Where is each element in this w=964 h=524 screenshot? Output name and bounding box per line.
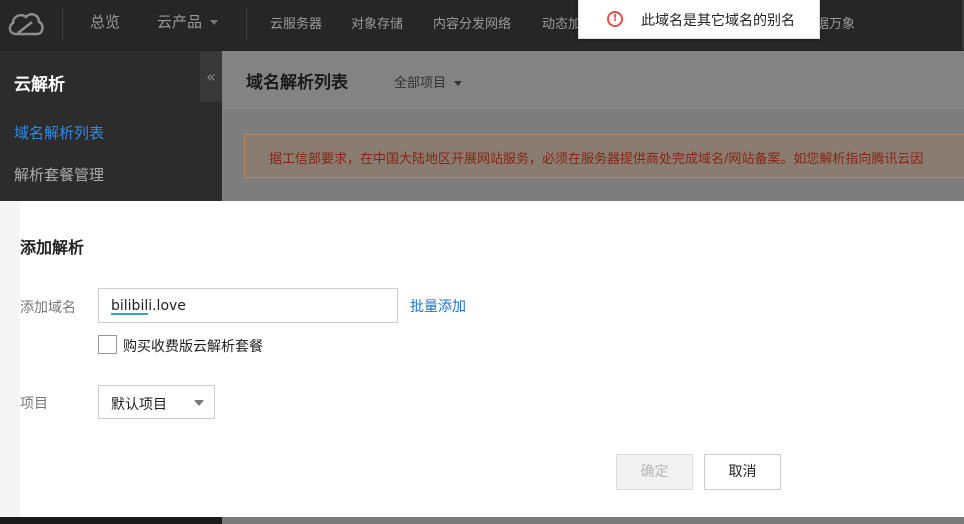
nav-product-cos[interactable]: 对象存储 (351, 13, 403, 32)
domain-label: 添加域名 (20, 300, 76, 316)
cloud-logo-icon[interactable] (6, 6, 46, 42)
sidebar-title: 云解析 (14, 75, 65, 95)
project-label: 项目 (20, 396, 48, 412)
nav-product-cdn[interactable]: 内容分发网络 (433, 13, 511, 32)
sidebar-item-package-management[interactable]: 解析套餐管理 (14, 164, 104, 185)
icp-notice-banner: 据工信部要求，在中国大陆地区开展网站服务，必须在服务器提供商处完成域名/网站备案… (244, 134, 964, 178)
nav-products-dropdown[interactable]: 云产品 (157, 11, 219, 32)
chevron-down-icon (194, 400, 204, 406)
cancel-button[interactable]: 取消 (704, 454, 781, 490)
spellcheck-underline (111, 313, 148, 315)
dialog-left-strip (0, 201, 20, 517)
chevron-down-icon (454, 81, 463, 86)
collapse-sidebar-icon[interactable]: « (200, 51, 222, 102)
nav-product-dynamic[interactable]: 动态加 (542, 13, 581, 32)
sidebar-item-domain-list[interactable]: 域名解析列表 (14, 122, 104, 143)
add-resolution-dialog: 添加解析 添加域名 批量添加 购买收费版云解析套餐 项目 默认项目 确定 取消 (0, 201, 964, 517)
sidebar-bottom (0, 517, 222, 524)
page-title: 域名解析列表 (246, 73, 348, 93)
project-select-value: 默认项目 (111, 397, 167, 413)
nav-separator (246, 6, 247, 40)
sidebar: 云解析 « 域名解析列表 解析套餐管理 (0, 51, 222, 201)
paid-package-checkbox[interactable] (98, 335, 117, 354)
domain-input[interactable] (98, 288, 398, 323)
nav-separator (62, 6, 63, 40)
nav-product-cvm[interactable]: 云服务器 (270, 13, 322, 32)
paid-package-label[interactable]: 购买收费版云解析套餐 (123, 336, 263, 356)
toast-message: 此域名是其它域名的别名 (641, 13, 795, 29)
error-toast: ! 此域名是其它域名的别名 (578, 0, 820, 39)
main-header: 域名解析列表 全部项目 (222, 51, 964, 109)
project-select[interactable]: 默认项目 (98, 385, 215, 419)
nav-overview[interactable]: 总览 (90, 11, 120, 32)
nav-product-ci[interactable]: 据万象 (816, 13, 855, 32)
error-circle-icon: ! (607, 11, 623, 27)
chevron-down-icon (210, 20, 219, 25)
nav-products-label: 云产品 (157, 13, 203, 31)
confirm-button[interactable]: 确定 (616, 454, 693, 490)
project-filter-dropdown[interactable]: 全部项目 (394, 72, 463, 91)
notice-text: 据工信部要求，在中国大陆地区开展网站服务，必须在服务器提供商处完成域名/网站备案… (269, 152, 924, 167)
main-content: 域名解析列表 全部项目 据工信部要求，在中国大陆地区开展网站服务，必须在服务器提… (222, 51, 964, 201)
dialog-title: 添加解析 (20, 238, 85, 257)
batch-add-link[interactable]: 批量添加 (410, 296, 466, 316)
project-filter-label: 全部项目 (394, 76, 447, 91)
main-bottom (222, 517, 964, 524)
